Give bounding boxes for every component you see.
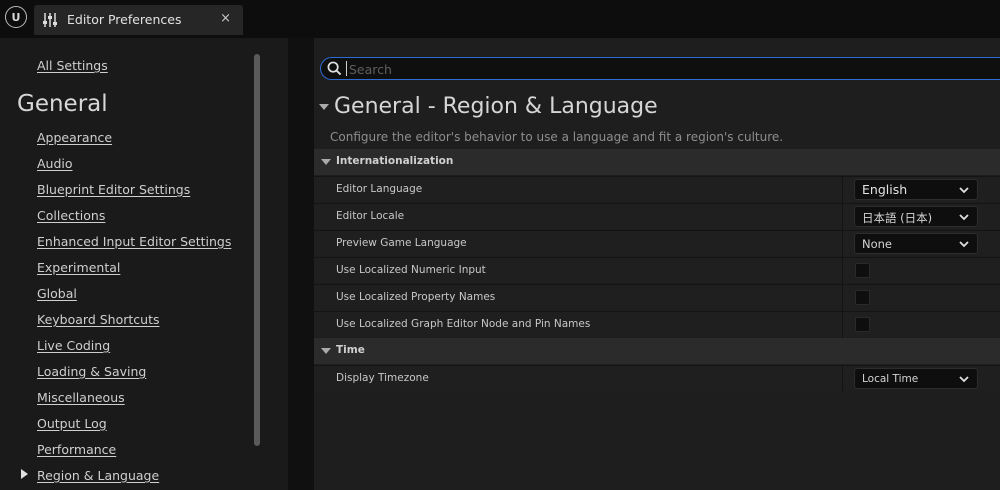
sidebar-item-experimental[interactable]: Experimental [37, 260, 120, 275]
title-bar: U Editor Preferences × [0, 0, 1000, 38]
property-label: Editor Language [336, 183, 423, 195]
triangle-right-icon [21, 469, 28, 479]
tab-title: Editor Preferences [67, 12, 182, 27]
triangle-down-icon [321, 348, 331, 354]
category-label: Time [336, 344, 365, 356]
text-cursor [346, 61, 347, 76]
chevron-down-icon [959, 214, 969, 221]
details-empty-area [314, 392, 1000, 490]
sidebar-item-output-log[interactable]: Output Log [37, 416, 107, 431]
property-row-editor-locale: Editor Locale 日本語 (日本) [314, 203, 1000, 230]
property-label: Use Localized Property Names [336, 291, 496, 303]
column-splitter[interactable] [842, 204, 843, 230]
localized-numeric-input-checkbox[interactable] [855, 263, 870, 278]
sidebar-item-blueprint-editor-settings[interactable]: Blueprint Editor Settings [37, 182, 190, 197]
property-row-localized-graph-editor-names: Use Localized Graph Editor Node and Pin … [314, 311, 1000, 338]
property-label: Use Localized Graph Editor Node and Pin … [336, 318, 591, 330]
sliders-icon [43, 13, 57, 27]
property-row-display-timezone: Display Timezone Local Time [314, 365, 1000, 392]
sidebar-item-collections[interactable]: Collections [37, 208, 105, 223]
search-box[interactable] [320, 57, 1000, 80]
display-timezone-dropdown[interactable]: Local Time [854, 368, 978, 389]
column-splitter[interactable] [842, 285, 843, 311]
chevron-down-icon [959, 241, 969, 248]
property-row-editor-language: Editor Language English [314, 176, 1000, 203]
category-time[interactable]: Time [314, 338, 1000, 364]
editor-locale-dropdown[interactable]: 日本語 (日本) [854, 206, 978, 227]
property-row-localized-property-names: Use Localized Property Names [314, 284, 1000, 311]
triangle-down-icon [321, 159, 331, 165]
column-splitter[interactable] [842, 231, 843, 257]
chevron-down-icon [959, 187, 969, 194]
property-row-localized-numeric-input: Use Localized Numeric Input [314, 257, 1000, 284]
triangle-down-icon[interactable] [319, 104, 329, 110]
sidebar-item-enhanced-input-editor-settings[interactable]: Enhanced Input Editor Settings [37, 234, 231, 249]
property-row-preview-game-language: Preview Game Language None [314, 230, 1000, 257]
sidebar-item-performance[interactable]: Performance [37, 442, 116, 457]
sidebar-item-keyboard-shortcuts[interactable]: Keyboard Shortcuts [37, 312, 160, 327]
chevron-down-icon [959, 376, 969, 383]
property-label: Display Timezone [336, 372, 429, 384]
dropdown-value: None [862, 237, 893, 251]
sidebar-all-settings[interactable]: All Settings [37, 58, 108, 73]
category-internationalization[interactable]: Internationalization [314, 149, 1000, 175]
localized-property-names-checkbox[interactable] [855, 290, 870, 305]
page-title: General - Region & Language [334, 94, 658, 119]
column-splitter[interactable] [842, 258, 843, 284]
dropdown-value: Local Time [862, 373, 919, 385]
sidebar-item-audio[interactable]: Audio [37, 156, 73, 171]
dropdown-value: English [862, 182, 908, 197]
unreal-logo-icon[interactable]: U [5, 6, 27, 28]
sidebar-item-global[interactable]: Global [37, 286, 77, 301]
property-label: Preview Game Language [336, 237, 467, 249]
sidebar-scrollbar[interactable] [254, 54, 260, 446]
column-splitter[interactable] [842, 177, 843, 203]
property-label: Use Localized Numeric Input [336, 264, 486, 276]
dropdown-value: 日本語 (日本) [862, 211, 933, 225]
page-description: Configure the editor's behavior to use a… [330, 130, 784, 144]
search-input[interactable] [347, 59, 991, 80]
property-label: Editor Locale [336, 210, 405, 222]
sidebar-item-region-language[interactable]: Region & Language [37, 468, 159, 483]
localized-graph-names-checkbox[interactable] [855, 317, 870, 332]
sidebar-heading-general: General [17, 91, 108, 117]
preview-game-language-dropdown[interactable]: None [854, 233, 978, 254]
close-icon[interactable]: × [220, 11, 231, 26]
column-splitter[interactable] [842, 312, 843, 338]
sidebar-item-live-coding[interactable]: Live Coding [37, 338, 110, 353]
column-splitter[interactable] [842, 366, 843, 392]
sidebar-item-loading-saving[interactable]: Loading & Saving [37, 364, 146, 379]
search-icon [327, 61, 342, 76]
sidebar-item-miscellaneous[interactable]: Miscellaneous [37, 390, 125, 405]
sidebar-item-appearance[interactable]: Appearance [37, 130, 112, 145]
tab-editor-preferences[interactable]: Editor Preferences × [34, 5, 243, 35]
panel-divider[interactable] [288, 38, 314, 490]
category-label: Internationalization [336, 155, 454, 167]
editor-language-dropdown[interactable]: English [854, 179, 978, 200]
